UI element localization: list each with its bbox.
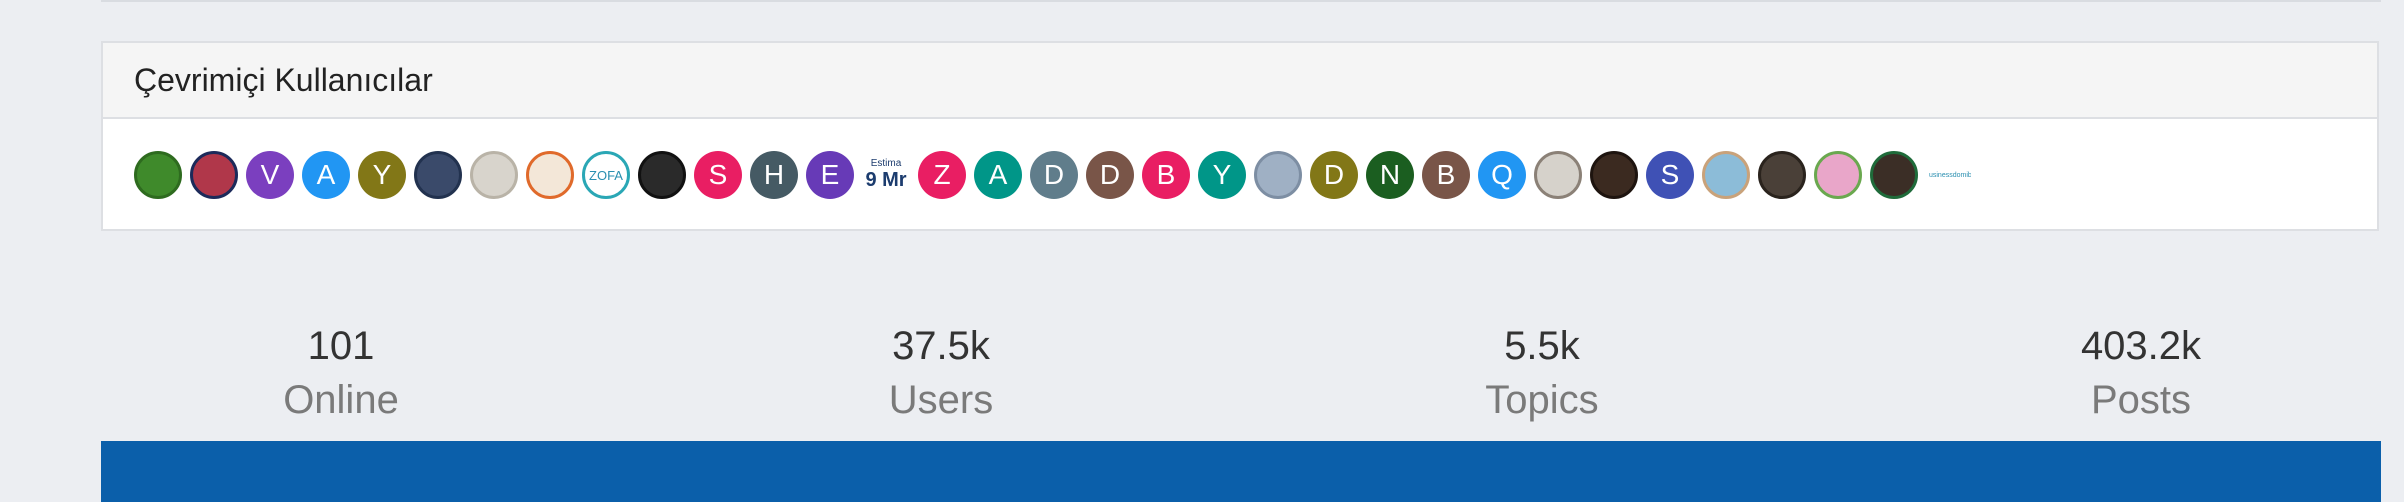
- user-avatar-letter[interactable]: E: [806, 151, 854, 199]
- avatar-initial: E: [820, 159, 840, 190]
- avatar-initial: A: [316, 159, 336, 190]
- avatar-initial: D: [1323, 159, 1345, 190]
- bearded-man-photo-avatar[interactable]: [1590, 151, 1638, 199]
- user-avatar-letter[interactable]: S: [1646, 151, 1694, 199]
- business-logo-avatar[interactable]: Businessdomibu: [1926, 151, 1974, 199]
- cartoon-pink-avatar[interactable]: [1814, 151, 1862, 199]
- panel-header: Çevrimiçi Kullanıcılar: [103, 43, 2377, 119]
- stat-online-label: Online: [283, 378, 399, 422]
- user-avatar-letter[interactable]: A: [302, 151, 350, 199]
- panel-title: Çevrimiçi Kullanıcılar: [134, 61, 433, 98]
- avatar-caption: Businessdomibu: [1926, 171, 1974, 179]
- user-avatar-letter[interactable]: Y: [358, 151, 406, 199]
- forum-stats: 101 Online 37.5k Users 5.5k Topics 403.2…: [101, 318, 2379, 428]
- paper-document-photo-avatar[interactable]: [1534, 151, 1582, 199]
- cartoon-character-avatar[interactable]: [526, 151, 574, 199]
- avatar-initial: A: [988, 159, 1008, 190]
- avatar-initial: S: [1660, 159, 1680, 190]
- stat-topics-label: Topics: [1485, 378, 1599, 422]
- avatar-initial: Y: [1212, 159, 1232, 190]
- avatar-list: V A Y ZOFA S H E Estima 9 Mr Z A D D B Y D N B Q S Businessd…: [103, 119, 2377, 231]
- man-in-suit-photo-avatar[interactable]: [1870, 151, 1918, 199]
- avatar-caption: ZOFA: [589, 167, 623, 183]
- stat-posts-label: Posts: [2090, 378, 2192, 422]
- portrait-photo-avatar[interactable]: [638, 151, 686, 199]
- avatar-initial: Z: [933, 159, 951, 190]
- avatar-initial: B: [1156, 159, 1176, 190]
- user-avatar-letter[interactable]: S: [694, 151, 742, 199]
- top-divider: [101, 0, 2381, 2]
- flag-collage-avatar[interactable]: [190, 151, 238, 199]
- user-avatar-letter[interactable]: D: [1310, 151, 1358, 199]
- baseball-cap-photo-avatar[interactable]: [414, 151, 462, 199]
- user-avatar-letter[interactable]: D: [1030, 151, 1078, 199]
- user-avatar-letter[interactable]: V: [246, 151, 294, 199]
- beach-photo-avatar[interactable]: [1702, 151, 1750, 199]
- user-avatar-letter[interactable]: B: [1422, 151, 1470, 199]
- avatar-initial: D: [1043, 159, 1065, 190]
- avatar-initial: H: [763, 159, 785, 190]
- stat-users: 37.5k Users: [791, 318, 1091, 426]
- avatar-initial: D: [1099, 159, 1121, 190]
- stat-posts: 403.2k Posts: [1991, 318, 2291, 426]
- user-avatar-letter[interactable]: A: [974, 151, 1022, 199]
- stat-users-value: 37.5k: [892, 324, 990, 368]
- brand-logo-avatar[interactable]: ZOFA: [582, 151, 630, 199]
- stat-online-value: 101: [307, 324, 375, 368]
- online-users-panel: Çevrimiçi Kullanıcılar V A Y ZOFA S H E Estima 9…: [101, 41, 2379, 231]
- avatar-initial: Q: [1491, 159, 1513, 190]
- user-avatar-letter[interactable]: N: [1366, 151, 1414, 199]
- user-avatar-letter[interactable]: Q: [1478, 151, 1526, 199]
- kermit-frog-avatar[interactable]: [134, 151, 182, 199]
- user-avatar-letter[interactable]: Y: [1198, 151, 1246, 199]
- stat-users-label: Users: [888, 378, 994, 422]
- stat-topics: 5.5k Topics: [1392, 318, 1692, 426]
- avatar-initial: Y: [372, 159, 392, 190]
- estima-logo-avatar[interactable]: Estima 9 Mr: [862, 151, 910, 199]
- avatar-initial: V: [260, 159, 280, 190]
- avatar-initial: S: [708, 159, 728, 190]
- footer-bar: [101, 441, 2381, 502]
- user-avatar-letter[interactable]: H: [750, 151, 798, 199]
- avatar-initial: B: [1436, 159, 1456, 190]
- user-avatar-letter[interactable]: D: [1086, 151, 1134, 199]
- stat-posts-value: 403.2k: [2080, 324, 2202, 368]
- avatar-caption-bottom: 9 Mr: [865, 169, 907, 191]
- stat-topics-value: 5.5k: [1504, 324, 1580, 368]
- fighter-jet-photo-avatar[interactable]: [1254, 151, 1302, 199]
- stat-online: 101 Online: [191, 318, 491, 426]
- avatar-caption-top: Estima: [870, 158, 902, 169]
- user-avatar-letter[interactable]: B: [1142, 151, 1190, 199]
- avatar-initial: N: [1379, 159, 1401, 190]
- paper-sign-photo-avatar[interactable]: [470, 151, 518, 199]
- man-with-glasses-photo-avatar[interactable]: [1758, 151, 1806, 199]
- user-avatar-letter[interactable]: Z: [918, 151, 966, 199]
